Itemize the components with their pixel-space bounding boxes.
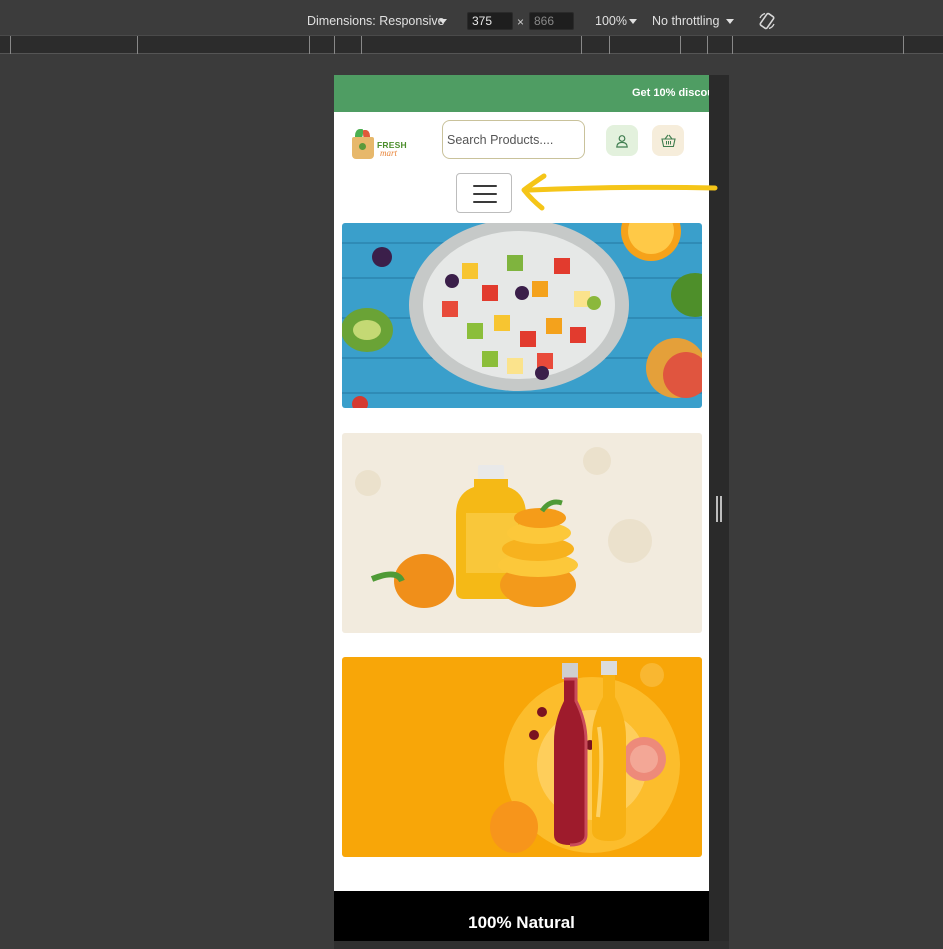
banner-fruit-salad[interactable]: [342, 223, 702, 408]
search-input[interactable]: [442, 120, 585, 159]
ruler-tick: [732, 36, 733, 54]
throttling-dropdown[interactable]: No throttling: [652, 14, 719, 28]
hamburger-menu-icon: [473, 185, 497, 187]
juice-bottle-image: [342, 433, 702, 633]
width-input[interactable]: 375: [467, 12, 513, 30]
cart-button[interactable]: [652, 125, 684, 156]
viewport-bottom-gutter: [334, 941, 729, 949]
dimensions-caret-icon[interactable]: [439, 19, 447, 24]
account-button[interactable]: [606, 125, 638, 156]
ruler-tick: [581, 36, 582, 54]
ruler-tick: [334, 36, 335, 54]
joogi-juice-image: [342, 657, 702, 857]
annotation-arrow-icon: [521, 173, 718, 211]
menu-toggle-button[interactable]: [456, 173, 512, 213]
banner-joogi-juice[interactable]: [342, 657, 702, 857]
promo-bar: Get 10% discou: [334, 75, 709, 112]
throttling-caret-icon[interactable]: [726, 19, 734, 24]
hamburger-menu-icon: [473, 201, 497, 203]
banner-juice-bottle[interactable]: [342, 433, 702, 633]
hamburger-menu-icon: [473, 193, 497, 195]
ruler-tick: [10, 36, 11, 54]
logo-word-mart: mart: [380, 148, 398, 158]
media-query-ruler: [0, 36, 943, 54]
user-icon: [616, 134, 628, 148]
resize-handle-icon[interactable]: [716, 496, 722, 522]
natural-heading: 100% Natural: [468, 913, 575, 932]
zoom-dropdown[interactable]: 100%: [595, 14, 627, 28]
shopping-bag-icon: [352, 137, 374, 159]
ruler-tick: [361, 36, 362, 54]
zoom-caret-icon[interactable]: [629, 19, 637, 24]
ruler-tick: [903, 36, 904, 54]
times-separator: ×: [517, 15, 525, 29]
ruler-tick: [309, 36, 310, 54]
ruler-tick: [137, 36, 138, 54]
rotate-device-icon[interactable]: [757, 11, 777, 31]
basket-icon: [660, 134, 676, 147]
dimensions-dropdown[interactable]: Dimensions: Responsive: [307, 14, 445, 28]
height-input[interactable]: 866: [529, 12, 574, 30]
devtools-toolbar: Dimensions: Responsive 375 × 866 100% No…: [0, 0, 943, 36]
ruler-tick: [707, 36, 708, 54]
site-logo[interactable]: FRESH mart: [349, 128, 409, 162]
promo-text: Get 10% discou: [632, 87, 709, 99]
ruler-tick: [680, 36, 681, 54]
fruit-salad-image: [342, 223, 702, 408]
ruler-tick: [609, 36, 610, 54]
